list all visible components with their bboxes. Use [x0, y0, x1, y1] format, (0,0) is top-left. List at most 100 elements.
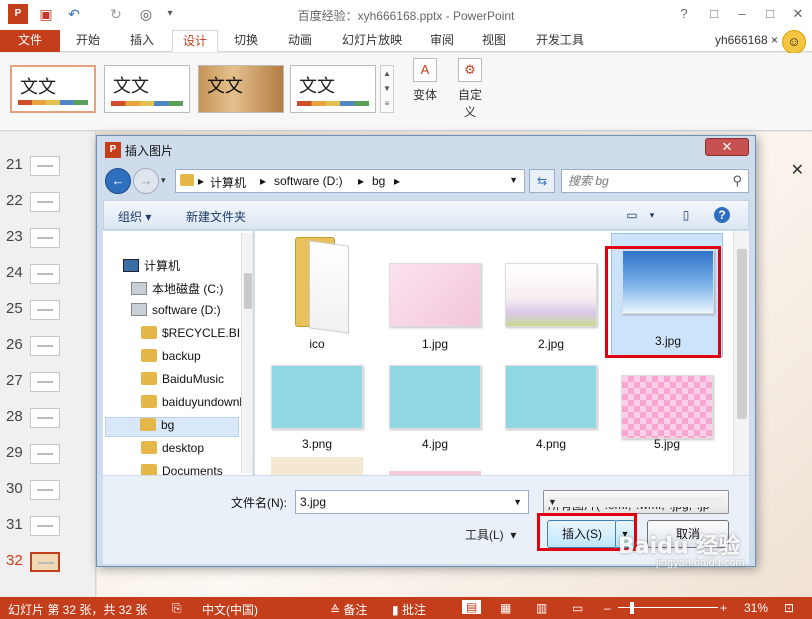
- nav-item-folder[interactable]: desktop: [141, 441, 204, 461]
- image-file-item[interactable]: 4.png: [501, 357, 601, 475]
- nav-scrollbar[interactable]: [241, 233, 252, 473]
- address-dropdown-icon[interactable]: ▼: [509, 175, 518, 185]
- normal-view-icon[interactable]: ▤: [462, 600, 482, 614]
- close-app-button[interactable]: ✕: [784, 4, 812, 24]
- customize-button[interactable]: ⚙ 自定 义: [450, 58, 490, 124]
- theme-wood[interactable]: 文文: [198, 65, 284, 113]
- nav-item-drive-c[interactable]: 本地磁盘 (C:): [131, 280, 223, 300]
- help-icon[interactable]: ?: [714, 207, 730, 223]
- slide-thumbnail[interactable]: 24: [0, 260, 96, 296]
- search-input[interactable]: [568, 171, 728, 191]
- filetype-dropdown-icon[interactable]: ▼: [548, 497, 722, 507]
- tab-developer[interactable]: 开发工具: [526, 30, 594, 52]
- image-thumbnail-partial[interactable]: [389, 471, 481, 475]
- preview-pane-icon[interactable]: ▯: [678, 207, 694, 223]
- tab-file[interactable]: 文件: [0, 30, 60, 52]
- image-file-item-selected[interactable]: 3.jpg: [611, 233, 723, 357]
- spellcheck-icon[interactable]: ⎘: [172, 601, 182, 616]
- tools-button[interactable]: 工具(L) ▾: [465, 526, 516, 543]
- tab-home[interactable]: 开始: [66, 30, 110, 52]
- nav-item-computer[interactable]: 计算机: [123, 257, 180, 277]
- change-view-icon[interactable]: ▭: [624, 207, 640, 223]
- filename-dropdown-icon[interactable]: ▼: [513, 497, 522, 507]
- theme-office[interactable]: 文文: [10, 65, 96, 113]
- file-list-scrollbar[interactable]: [733, 231, 749, 475]
- search-icon[interactable]: ⚲: [732, 173, 742, 189]
- nav-item-folder[interactable]: Documents: [141, 464, 223, 475]
- back-button[interactable]: ←: [105, 168, 131, 194]
- nav-item-folder[interactable]: backup: [141, 349, 201, 369]
- fit-to-window-icon[interactable]: ⊡: [784, 601, 794, 615]
- folder-item[interactable]: ico: [267, 233, 367, 357]
- tab-review[interactable]: 审阅: [420, 30, 464, 52]
- slide-thumbnail[interactable]: 28: [0, 404, 96, 440]
- language-indicator[interactable]: 中文(中国): [202, 601, 258, 618]
- slide-thumbnail[interactable]: 25: [0, 296, 96, 332]
- nav-item-folder[interactable]: baiduyundownload: [141, 395, 252, 415]
- view-options-icon[interactable]: ▾: [644, 207, 660, 223]
- nav-item-folder-selected[interactable]: bg: [105, 417, 239, 437]
- variants-button[interactable]: A 变体: [405, 58, 445, 124]
- zoom-level[interactable]: 31%: [744, 601, 768, 615]
- powerpoint-icon: P: [105, 142, 121, 158]
- tab-slideshow[interactable]: 幻灯片放映: [332, 30, 412, 52]
- slide-thumbnail[interactable]: 29: [0, 440, 96, 476]
- image-file-item[interactable]: 4.jpg: [385, 357, 485, 475]
- dialog-close-button[interactable]: ✕: [705, 138, 749, 156]
- slideshow-icon[interactable]: ▭: [572, 601, 583, 615]
- insert-button[interactable]: 插入(S): [547, 520, 617, 548]
- tab-animations[interactable]: 动画: [278, 30, 322, 52]
- image-file-item[interactable]: 5.jpg: [617, 357, 717, 475]
- slide-thumbnail[interactable]: 26: [0, 332, 96, 368]
- reading-view-icon[interactable]: ▥: [536, 601, 547, 615]
- slide-thumbnail-selected[interactable]: 32: [0, 548, 96, 584]
- filetype-select[interactable]: 所有图片(*.emf;*.wmf;*.jpg;*.jp ▼: [543, 490, 729, 514]
- user-account[interactable]: yh666168 ×: [715, 33, 778, 47]
- recent-locations-icon[interactable]: ▾: [161, 175, 166, 186]
- tab-transitions[interactable]: 切换: [224, 30, 268, 52]
- nav-item-drive-d[interactable]: software (D:): [131, 303, 221, 323]
- ribbon-display-icon[interactable]: □: [700, 4, 728, 24]
- slide-thumbnail[interactable]: 27: [0, 368, 96, 404]
- slide-thumbnail[interactable]: 30: [0, 476, 96, 512]
- slide-thumbnail[interactable]: 22: [0, 188, 96, 224]
- slide-sorter-icon[interactable]: ▦: [500, 601, 511, 615]
- tab-insert[interactable]: 插入: [120, 30, 164, 52]
- refresh-icon[interactable]: ⇆: [529, 169, 555, 193]
- zoom-out-icon[interactable]: –: [604, 601, 611, 615]
- close-pane-icon[interactable]: ✕: [791, 160, 804, 180]
- breadcrumb-computer[interactable]: 计算机: [210, 174, 246, 191]
- comments-button[interactable]: ▮ 批注: [392, 601, 426, 618]
- help-icon[interactable]: ?: [670, 4, 698, 24]
- address-bar[interactable]: ▸ 计算机 ▸ software (D:) ▸ bg ▸ ▼: [175, 169, 525, 193]
- zoom-slider-thumb[interactable]: [630, 602, 634, 614]
- minimize-button[interactable]: –: [728, 4, 756, 24]
- zoom-in-icon[interactable]: +: [720, 601, 727, 615]
- maximize-button[interactable]: □: [756, 4, 784, 24]
- theme-sample-text: 文文: [299, 76, 335, 97]
- image-file-item[interactable]: 2.jpg: [501, 233, 601, 357]
- theme-2[interactable]: 文文: [104, 65, 190, 113]
- tab-design[interactable]: 设计: [172, 30, 219, 52]
- image-file-item[interactable]: 1.jpg: [385, 233, 485, 357]
- image-thumbnail-partial[interactable]: [271, 457, 363, 475]
- filename-input[interactable]: [300, 492, 500, 512]
- avatar[interactable]: ☺: [782, 30, 806, 54]
- navigation-pane: 计算机 本地磁盘 (C:) software (D:) $RECYCLE.BIN…: [103, 231, 253, 475]
- forward-button[interactable]: →: [133, 168, 159, 194]
- nav-item-folder[interactable]: $RECYCLE.BIN: [141, 326, 249, 346]
- new-folder-button[interactable]: 新建文件夹: [186, 208, 246, 225]
- organize-button[interactable]: 组织 ▾: [118, 208, 151, 225]
- nav-item-folder[interactable]: BaiduMusic: [141, 372, 224, 392]
- theme-sample-text: 文文: [113, 76, 149, 97]
- breadcrumb-drive[interactable]: software (D:): [274, 174, 343, 188]
- theme-4[interactable]: 文文: [290, 65, 376, 113]
- theme-gallery-scroll[interactable]: ▲ ▼ ≡: [380, 65, 394, 113]
- tab-view[interactable]: 视图: [472, 30, 516, 52]
- folder-icon: [141, 464, 157, 475]
- slide-thumbnail[interactable]: 21: [0, 152, 96, 188]
- slide-thumbnail[interactable]: 31: [0, 512, 96, 548]
- slide-thumbnail[interactable]: 23: [0, 224, 96, 260]
- notes-button[interactable]: ≙ 备注: [330, 601, 367, 618]
- breadcrumb-bg[interactable]: bg: [372, 174, 385, 188]
